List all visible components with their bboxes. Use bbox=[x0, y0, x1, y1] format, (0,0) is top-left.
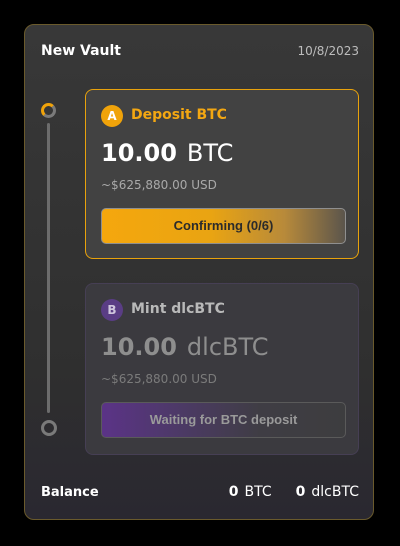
step-mint-dlcbtc: B Mint dlcBTC 10.00 dlcBTC ~$625,880.00 U… bbox=[85, 283, 359, 455]
amount-value: 10.00 bbox=[101, 333, 177, 361]
step-title: Mint dlcBTC bbox=[131, 301, 225, 317]
step-badge: B bbox=[101, 299, 123, 321]
step-amount: 10.00 dlcBTC bbox=[101, 333, 269, 361]
usd-equivalent: ~$625,880.00 USD bbox=[101, 372, 217, 386]
progress-ring-empty-icon bbox=[41, 420, 57, 436]
progress-ring-icon bbox=[41, 103, 56, 118]
btc-balance-unit: BTC bbox=[244, 484, 272, 500]
waiting-status-button[interactable]: Waiting for BTC deposit bbox=[101, 402, 346, 438]
balance-label: Balance bbox=[41, 485, 99, 500]
usd-equivalent: ~$625,880.00 USD bbox=[101, 178, 217, 192]
dlcbtc-balance-value: 0 bbox=[295, 484, 306, 500]
step-badge: A bbox=[101, 105, 123, 127]
amount-value: 10.00 bbox=[101, 139, 177, 167]
confirming-status-button[interactable]: Confirming (0/6) bbox=[101, 208, 346, 244]
vault-card: New Vault 10/8/2023 A Deposit BTC 10.00 B… bbox=[24, 24, 374, 520]
step-amount: 10.00 BTC bbox=[101, 139, 233, 167]
vault-title: New Vault bbox=[41, 43, 121, 59]
step-deposit-btc: A Deposit BTC 10.00 BTC ~$625,880.00 USD … bbox=[85, 89, 359, 259]
btc-balance-value: 0 bbox=[228, 484, 239, 500]
amount-unit: dlcBTC bbox=[186, 333, 269, 361]
step-title: Deposit BTC bbox=[131, 107, 227, 123]
balance-values: 0 BTC 0 dlcBTC bbox=[229, 484, 359, 500]
dlcbtc-balance-unit: dlcBTC bbox=[311, 484, 359, 500]
amount-unit: BTC bbox=[186, 139, 234, 167]
progress-rail bbox=[47, 123, 50, 413]
vault-date: 10/8/2023 bbox=[297, 44, 359, 58]
